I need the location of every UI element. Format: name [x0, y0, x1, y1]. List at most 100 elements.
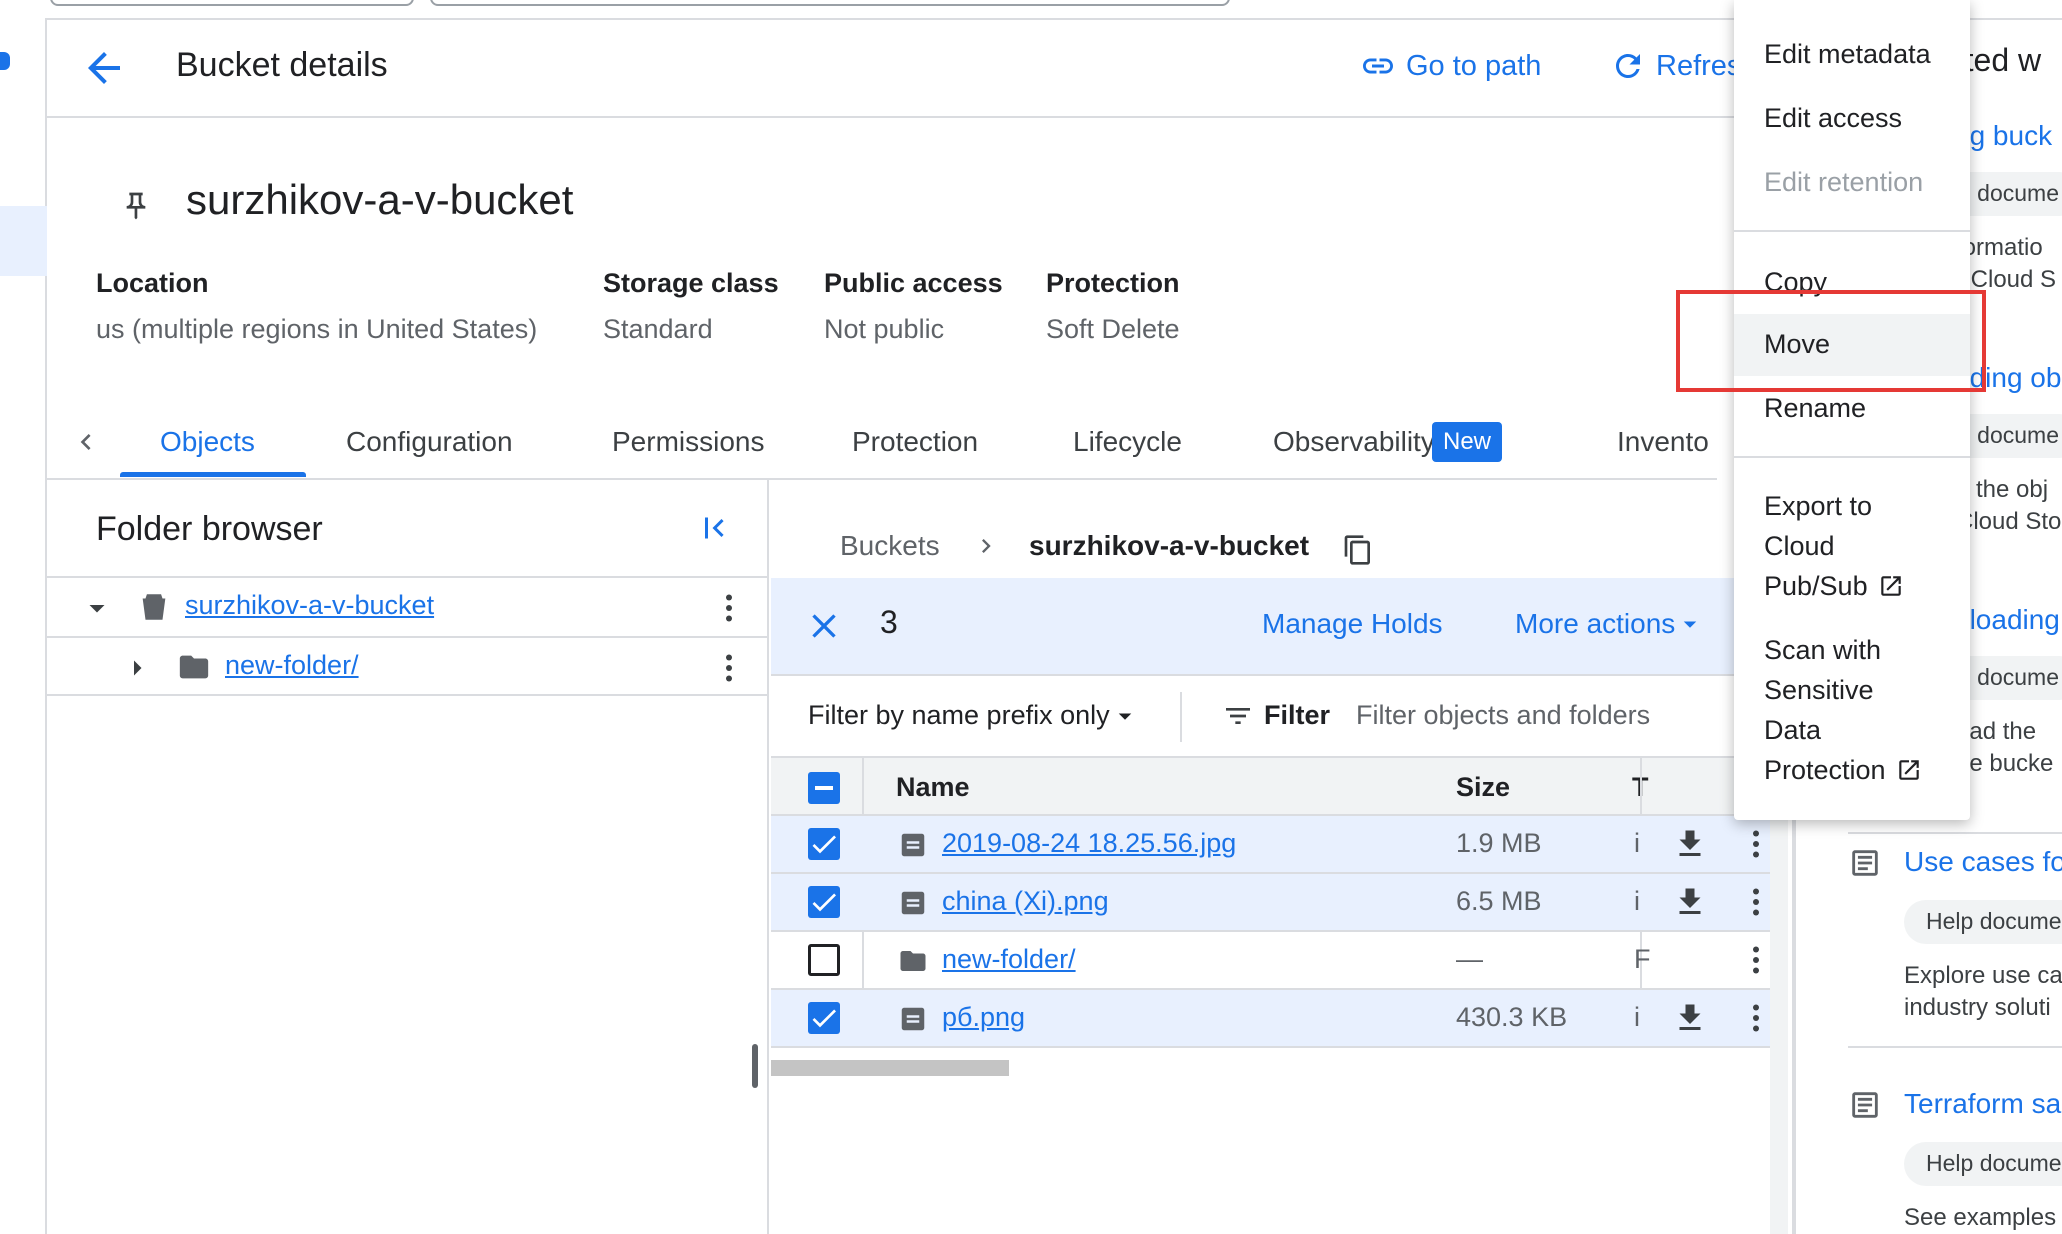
top-search-input[interactable]	[430, 0, 1230, 6]
row-checkbox[interactable]	[808, 944, 840, 976]
object-name-link[interactable]: china (Xi).png	[942, 886, 1109, 917]
filter-input[interactable]: Filter objects and folders	[1356, 700, 1650, 731]
tab-permissions[interactable]: Permissions	[612, 426, 764, 458]
fb-bucket-link[interactable]: surzhikov-a-v-bucket	[185, 590, 434, 621]
row-checkbox[interactable]	[808, 1002, 840, 1034]
close-icon[interactable]	[804, 606, 844, 646]
menu-export-pubsub[interactable]: Export to Cloud Pub/Sub	[1764, 486, 1904, 606]
left-nav-rail	[0, 18, 47, 1234]
manage-holds-button[interactable]: Manage Holds	[1262, 608, 1443, 640]
file-icon	[901, 1007, 925, 1031]
menu-edit-retention: Edit retention	[1764, 167, 1924, 197]
object-name-link[interactable]: 2019-08-24 18.25.56.jpg	[942, 828, 1236, 859]
more-actions-label: More actions	[1515, 608, 1676, 639]
top-input-left[interactable]	[50, 0, 414, 6]
fb-bucket-row[interactable]: surzhikov-a-v-bucket	[47, 576, 769, 636]
tab-protection[interactable]: Protection	[852, 426, 978, 458]
filter-divider	[1180, 692, 1182, 742]
tabs-scroll-left[interactable]	[70, 426, 102, 458]
horizontal-scrollbar[interactable]	[771, 1060, 1009, 1076]
object-size: 430.3 KB	[1456, 1002, 1568, 1032]
copy-icon[interactable]	[1342, 534, 1374, 566]
folder-icon	[900, 951, 926, 971]
object-size: 1.9 MB	[1456, 828, 1542, 858]
more-actions-menu: Edit metadata Edit access Edit retention…	[1734, 0, 1970, 820]
download-icon[interactable]	[1672, 884, 1708, 920]
help-text: industry soluti	[1904, 994, 2051, 1021]
new-badge: New	[1432, 422, 1503, 462]
more-vert-icon[interactable]	[1738, 942, 1774, 978]
breadcrumb-buckets[interactable]: Buckets	[840, 530, 940, 562]
collapse-panel-button[interactable]	[696, 510, 732, 546]
more-vert-icon[interactable]	[1738, 1000, 1774, 1036]
check-icon	[812, 893, 836, 912]
fb-folder-row[interactable]: new-folder/	[47, 636, 769, 696]
panel-resize-handle[interactable]	[752, 1044, 758, 1088]
select-all-checkbox[interactable]	[808, 772, 840, 804]
caret-right-icon[interactable]	[119, 650, 155, 686]
object-name-link[interactable]: new-folder/	[942, 944, 1076, 975]
row-checkbox[interactable]	[808, 886, 840, 918]
bucket-icon	[142, 594, 166, 620]
help-link[interactable]: Terraform sa	[1904, 1088, 2061, 1120]
location-label: Location	[96, 268, 209, 298]
indeterminate-icon	[815, 786, 833, 790]
menu-export-line3: Pub/Sub	[1764, 571, 1868, 601]
go-to-path-label: Go to path	[1406, 49, 1542, 82]
more-actions-button[interactable]: More actions	[1515, 608, 1705, 640]
object-name-link[interactable]: рб.png	[942, 1002, 1025, 1033]
left-nav-active-item[interactable]	[0, 206, 47, 276]
filter-prefix-dropdown[interactable]: Filter by name prefix only	[808, 700, 1140, 731]
folder-browser-title: Folder browser	[96, 510, 323, 548]
download-icon[interactable]	[1672, 826, 1708, 862]
help-text: Cloud Sto	[1956, 508, 2062, 535]
bucket-name: surzhikov-a-v-bucket	[186, 176, 574, 223]
help-link[interactable]: Use cases fo	[1904, 846, 2062, 878]
caret-down-icon[interactable]	[79, 590, 115, 626]
more-vert-icon[interactable]	[1738, 826, 1774, 862]
row-checkbox[interactable]	[808, 828, 840, 860]
menu-export-line2: Cloud	[1764, 531, 1835, 561]
menu-divider	[1734, 456, 1970, 458]
highlight-box	[1676, 290, 1986, 392]
tab-observability[interactable]: Observability	[1273, 426, 1435, 458]
go-to-path-button[interactable]: Go to path	[1360, 48, 1541, 84]
menu-edit-metadata[interactable]: Edit metadata	[1764, 34, 1931, 74]
refresh-label: Refres	[1656, 49, 1742, 82]
tab-inventory[interactable]: Invento	[1617, 426, 1709, 458]
fb-folder-link[interactable]: new-folder/	[225, 650, 359, 681]
collapse-left-icon	[705, 517, 724, 539]
object-size: 6.5 MB	[1456, 886, 1542, 916]
tab-configuration[interactable]: Configuration	[346, 426, 513, 458]
more-vert-icon[interactable]	[711, 650, 747, 686]
arrow-back-icon	[88, 52, 120, 84]
article-icon	[1852, 850, 1878, 876]
pin-icon[interactable]	[120, 190, 152, 222]
back-button[interactable]	[80, 44, 128, 92]
help-chip: Help docume	[1904, 1142, 2062, 1186]
tab-objects[interactable]: Objects	[160, 426, 255, 458]
help-text: Explore use ca	[1904, 962, 2062, 989]
refresh-button[interactable]: Refres	[1610, 48, 1741, 84]
check-icon	[812, 835, 836, 854]
menu-edit-access[interactable]: Edit access	[1764, 98, 1902, 138]
tab-lifecycle[interactable]: Lifecycle	[1073, 426, 1182, 458]
rail-icon[interactable]	[0, 52, 10, 70]
link-icon	[1363, 58, 1393, 74]
article-icon	[1852, 1092, 1878, 1118]
menu-scan-dlp[interactable]: Scan with Sensitive Data Protection	[1764, 630, 1922, 790]
page-title: Bucket details	[176, 46, 388, 84]
help-chip: Help docume	[1904, 900, 2062, 944]
caret-down-icon	[1118, 713, 1131, 720]
download-icon[interactable]	[1672, 1000, 1708, 1036]
help-text: ge bucke	[1956, 750, 2054, 777]
file-icon	[901, 833, 925, 857]
public-access-label: Public access	[824, 268, 1003, 298]
more-vert-icon[interactable]	[711, 590, 747, 626]
menu-export-line1: Export to	[1764, 491, 1873, 521]
object-type: i	[1634, 828, 1640, 858]
column-size[interactable]: Size	[1456, 772, 1510, 803]
more-vert-icon[interactable]	[1738, 884, 1774, 920]
column-name[interactable]: Name	[896, 772, 970, 803]
menu-rename[interactable]: Rename	[1764, 388, 1866, 428]
